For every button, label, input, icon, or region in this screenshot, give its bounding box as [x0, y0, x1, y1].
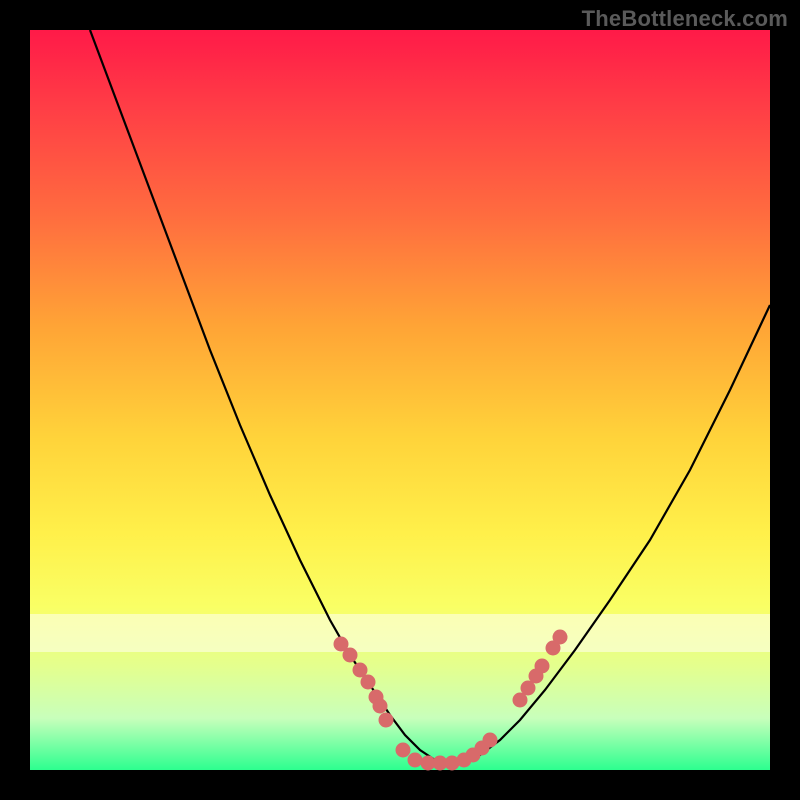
- chart-svg: [30, 30, 770, 770]
- data-marker: [373, 699, 388, 714]
- data-marker: [396, 743, 411, 758]
- data-marker: [535, 659, 550, 674]
- data-marker: [379, 713, 394, 728]
- data-marker: [483, 733, 498, 748]
- data-marker: [553, 630, 568, 645]
- data-marker: [361, 675, 376, 690]
- curve-line: [90, 30, 770, 763]
- data-marker: [408, 753, 423, 768]
- watermark-text: TheBottleneck.com: [582, 6, 788, 32]
- marker-group: [334, 630, 568, 771]
- data-marker: [343, 648, 358, 663]
